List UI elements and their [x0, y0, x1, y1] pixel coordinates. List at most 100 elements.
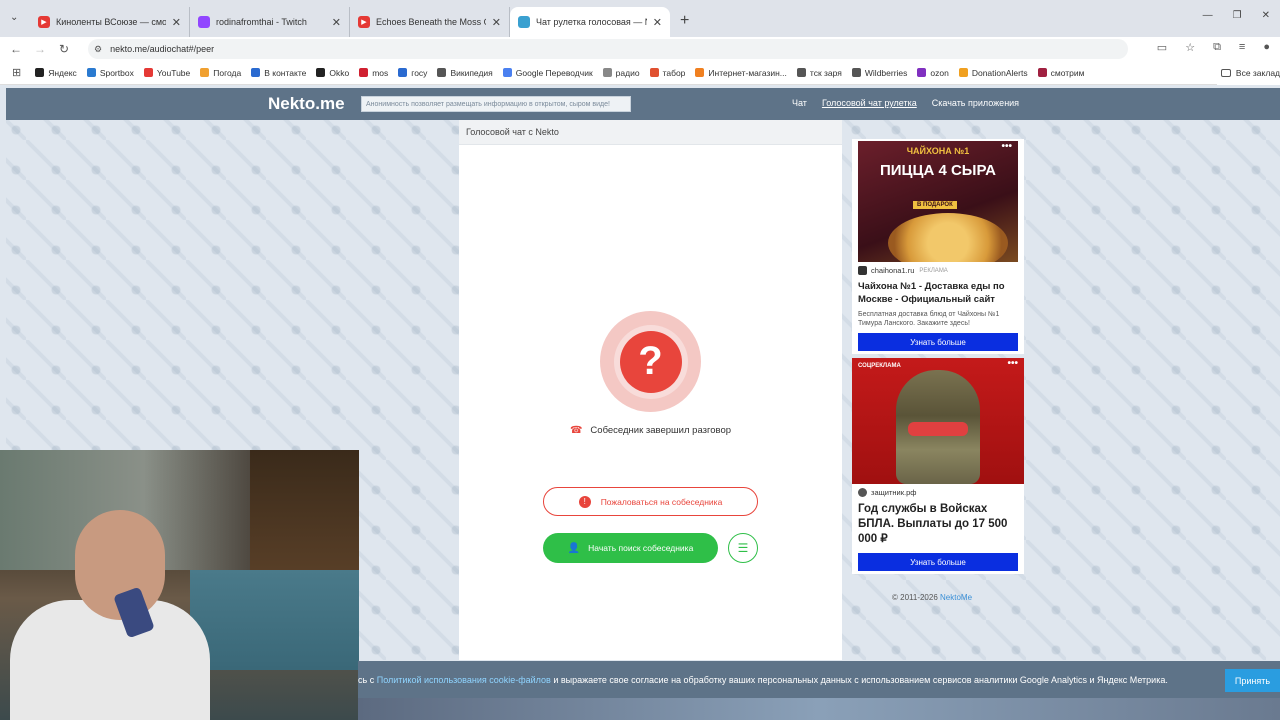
call-status-text: Собеседник завершил разговор	[590, 425, 732, 436]
webcam-sofa	[190, 570, 359, 670]
bookmark-icon	[958, 68, 968, 77]
bookmark-item[interactable]: Wildberries	[851, 68, 907, 78]
close-icon[interactable]: ✕	[653, 16, 662, 29]
cookie-text: и выражаете свое согласие на обработку в…	[553, 674, 1168, 685]
pizza-image	[888, 213, 1008, 262]
ad-promo-text: ПИЦЦА 4 СЫРА	[879, 162, 997, 179]
bookmark-item[interactable]: Sportbox	[86, 68, 134, 78]
ad-menu-icon[interactable]: •••	[1001, 141, 1012, 152]
bookmark-icon	[200, 68, 210, 77]
cookie-prefix: сь с	[358, 674, 375, 685]
bookmark-label: В контакте	[264, 67, 307, 78]
bookmark-item[interactable]: Okko	[316, 68, 349, 78]
bookmark-item[interactable]: DonationAlerts	[958, 67, 1028, 78]
copyright-text: © 2011-2026	[892, 593, 938, 602]
bookmark-item[interactable]: Погода	[200, 68, 241, 78]
cast-icon[interactable]: ▭	[1157, 41, 1167, 54]
bookmark-icon	[602, 68, 612, 77]
ad-mark: РЕКЛАМА	[919, 267, 948, 274]
bookmark-item[interactable]: Интернет-магазин...	[695, 68, 787, 78]
address-bar-row: ← → ↻ ⚙ nekto.me/audiochat#/peer ▭ ☆ ⧉ ≡…	[0, 37, 1280, 61]
ad-learn-more-button[interactable]: Узнать больше	[858, 553, 1018, 571]
extensions-icon[interactable]: ⧉	[1213, 41, 1221, 54]
nav-download[interactable]: Скачать приложения	[932, 98, 1019, 108]
bookmark-icon	[316, 68, 326, 77]
bookmark-item[interactable]: YouTube	[143, 68, 190, 78]
ad-title[interactable]: Год службы в Войсках БПЛА. Выплаты до 17…	[858, 502, 1018, 547]
ad-source: защитник.рф	[858, 488, 1018, 497]
back-icon[interactable]: ←	[8, 42, 24, 56]
profile-icon[interactable]: ●	[1263, 41, 1270, 54]
reload-icon[interactable]: ↻	[56, 42, 72, 56]
ad-domain[interactable]: chaihona1.ru	[871, 266, 914, 275]
minimize-icon[interactable]: —	[1203, 10, 1213, 21]
bookmark-icon	[437, 68, 447, 77]
ad-source: chaihona1.ru РЕКЛАМА	[858, 266, 1018, 275]
bookmark-item[interactable]: Википедия	[437, 67, 493, 78]
bookmark-item[interactable]: табор	[649, 68, 685, 78]
bookmark-item[interactable]: смотрим	[1037, 68, 1084, 78]
ad-learn-more-button[interactable]: Узнать больше	[858, 333, 1018, 351]
new-tab-button[interactable]: +	[680, 7, 689, 37]
browser-tab[interactable]: ▶ Киноленты ВСоюзе — смотре ✕	[30, 7, 190, 37]
apps-grid-icon[interactable]: ⊞	[12, 66, 21, 79]
ad-title[interactable]: Чайхона №1 - Доставка еды по Москве - Оф…	[858, 280, 1018, 306]
desktop-background-strip	[358, 698, 1280, 720]
close-icon[interactable]: ✕	[172, 16, 181, 29]
forward-icon[interactable]: →	[32, 42, 48, 56]
close-window-icon[interactable]: ✕	[1262, 10, 1270, 21]
bookmark-item[interactable]: госу	[398, 68, 427, 78]
bookmark-icon	[695, 68, 705, 77]
folder-icon	[1220, 69, 1231, 77]
bookmark-icon	[86, 68, 96, 77]
window-controls: — ❐ ✕	[1203, 10, 1270, 21]
all-bookmarks-label: Все заклад	[1235, 68, 1280, 78]
bookmark-label: Погода	[213, 67, 242, 78]
nav-voice-chat[interactable]: Голосовой чат рулетка	[822, 98, 917, 108]
notice-banner: Анонимность позволяет размещать информац…	[361, 96, 631, 112]
start-search-button[interactable]: 👤 Начать поиск собеседника	[543, 533, 718, 563]
ad-menu-icon[interactable]: •••	[1007, 358, 1018, 369]
bookmark-icon	[35, 68, 45, 77]
report-label: Пожаловаться на собеседника	[600, 496, 723, 507]
copyright-link[interactable]: NektoMe	[940, 593, 972, 602]
media-icon[interactable]: ≡	[1239, 41, 1245, 54]
tab-title: rodinafromthai - Twitch	[216, 17, 307, 27]
nav-chat[interactable]: Чат	[792, 98, 807, 108]
bookmark-item[interactable]: ozon	[917, 68, 949, 78]
browser-tab[interactable]: ▶ Echoes Beneath the Moss Orga ✕	[350, 7, 510, 37]
url-field[interactable]: ⚙ nekto.me/audiochat#/peer	[88, 39, 1128, 59]
bookmark-item[interactable]: радио	[602, 68, 640, 78]
maximize-icon[interactable]: ❐	[1233, 10, 1242, 21]
filter-settings-button[interactable]: ☰	[728, 533, 758, 563]
bookmark-item[interactable]: В контакте	[251, 68, 306, 78]
ad-chaihona[interactable]: ЧАЙХОНА №1 ПИЦЦА 4 СЫРА В ПОДАРОК ••• ch…	[852, 139, 1024, 354]
site-logo[interactable]: Nekto.me	[268, 94, 345, 114]
close-icon[interactable]: ✕	[332, 16, 341, 29]
site-header: Nekto.me Анонимность позволяет размещать…	[6, 88, 1280, 120]
bookmark-icon	[251, 68, 261, 77]
bookmark-item[interactable]: Google Переводчик	[502, 68, 593, 78]
ad-social[interactable]: СОЦРЕКЛАМА ••• защитник.рф Год службы в …	[852, 358, 1024, 574]
report-button[interactable]: ! Пожаловаться на собеседника	[543, 487, 758, 516]
site-info-icon[interactable]: ⚙	[94, 44, 102, 55]
warning-icon: !	[578, 495, 591, 508]
site-nav: Чат Голосовой чат рулетка Скачать прилож…	[792, 98, 1019, 108]
cookie-policy-link[interactable]: Политикой использования cookie-файлов	[377, 675, 551, 685]
tab-search-icon[interactable]: ⌄	[10, 12, 18, 23]
close-icon[interactable]: ✕	[492, 16, 501, 29]
star-icon[interactable]: ☆	[1185, 41, 1195, 54]
browser-tab-active[interactable]: Чат рулетка голосовая — Nek ✕	[510, 7, 670, 37]
ad-image[interactable]: СОЦРЕКЛАМА •••	[852, 358, 1024, 484]
all-bookmarks[interactable]: Все заклад	[1216, 61, 1280, 85]
bookmark-item[interactable]: Яндекс	[35, 68, 77, 78]
browser-tab[interactable]: rodinafromthai - Twitch ✕	[190, 7, 350, 37]
bookmark-item[interactable]: тск заря	[796, 68, 842, 78]
bookmark-icon	[851, 68, 861, 77]
bookmark-label: Википедия	[450, 67, 493, 78]
bookmark-item[interactable]: mos	[359, 68, 388, 78]
ad-image[interactable]: ЧАЙХОНА №1 ПИЦЦА 4 СЫРА В ПОДАРОК •••	[858, 141, 1018, 262]
bookmark-label: DonationAlerts	[971, 67, 1028, 78]
accept-cookies-button[interactable]: Принять	[1225, 669, 1280, 692]
ad-domain[interactable]: защитник.рф	[871, 488, 916, 497]
